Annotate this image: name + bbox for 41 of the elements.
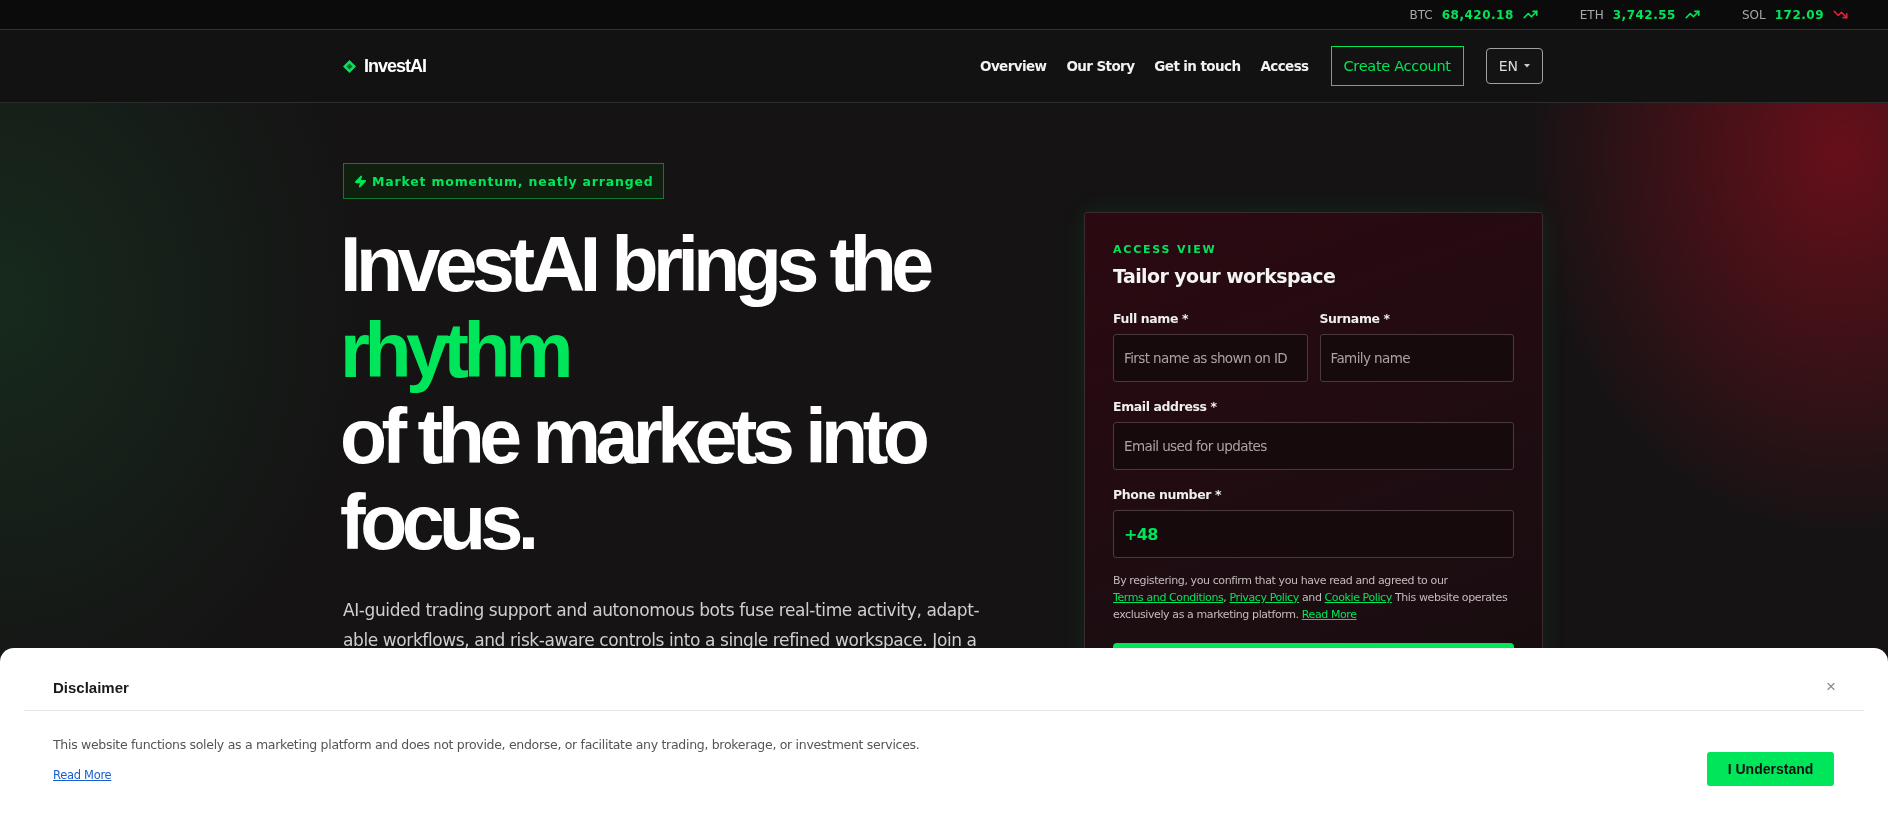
field-label: Phone number * — [1113, 487, 1223, 502]
ticker-symbol: BTC — [1409, 7, 1433, 22]
consent-text: By registering, you confirm that you have read and agreed to our Terms and Conditions, Privacy Policy and Cookie Policy This website operates exclusively as a marketing platform. Read More — [1113, 573, 1509, 623]
caret-icon — [1524, 64, 1530, 68]
disclaimer-title: Disclaimer — [53, 678, 129, 696]
headline-line: rhythm — [340, 307, 570, 393]
nav-link[interactable]: Access — [1260, 58, 1309, 74]
headline-line: InvestAI brings the — [340, 221, 929, 307]
logo-text[interactable]: InvestAI — [364, 55, 427, 77]
input-field[interactable]: +48 — [1113, 510, 1514, 558]
input-field[interactable]: First name as shown on ID — [1113, 334, 1308, 382]
tagline-badge: Market momentum, neatly arranged — [343, 163, 665, 199]
input-field[interactable]: Family name — [1319, 334, 1514, 382]
card-title: Tailor your workspace — [1113, 265, 1337, 287]
field-label: Full name * — [1113, 311, 1190, 326]
policy-link[interactable]: Read More — [1301, 608, 1357, 621]
ticker-symbol: SOL — [1741, 7, 1766, 22]
close-button[interactable]: × — [1826, 677, 1836, 697]
understand-button[interactable]: I Understand — [1707, 752, 1834, 786]
nav-link[interactable]: Our Story — [1066, 58, 1135, 74]
card-eyebrow: ACCESS VIEW — [1113, 243, 1218, 256]
headline-line: focus. — [340, 479, 535, 565]
input-field[interactable]: Email used for updates — [1113, 422, 1514, 470]
nav-link[interactable]: Get in touch — [1154, 58, 1241, 74]
ticker-price: 3,742.55 — [1612, 7, 1676, 22]
create-account-button[interactable]: Create Account — [1330, 46, 1464, 86]
policy-link[interactable]: Cookie Policy — [1324, 591, 1392, 604]
field-label: Email address * — [1113, 399, 1218, 414]
diamond-logo-icon — [343, 59, 356, 73]
submit-button[interactable] — [1113, 643, 1514, 648]
ticker-price: 68,420.18 — [1441, 7, 1514, 22]
ticker-symbol: ETH — [1579, 7, 1604, 22]
lightning-icon — [354, 174, 367, 188]
read-more-link[interactable]: Read More — [53, 768, 112, 782]
disclaimer-text: This website functions solely as a marketing platform and does not provide, endorse, or facilitate any trading, brokerage, or investment services. — [53, 737, 920, 752]
nav-link[interactable]: Overview — [980, 58, 1047, 74]
policy-link[interactable]: Privacy Policy — [1229, 591, 1299, 604]
field-label: Surname * — [1319, 311, 1391, 326]
ticker-price: 172.09 — [1774, 7, 1824, 22]
language-dropdown[interactable]: EN — [1485, 48, 1543, 84]
headline-line: of the markets into — [340, 393, 926, 479]
